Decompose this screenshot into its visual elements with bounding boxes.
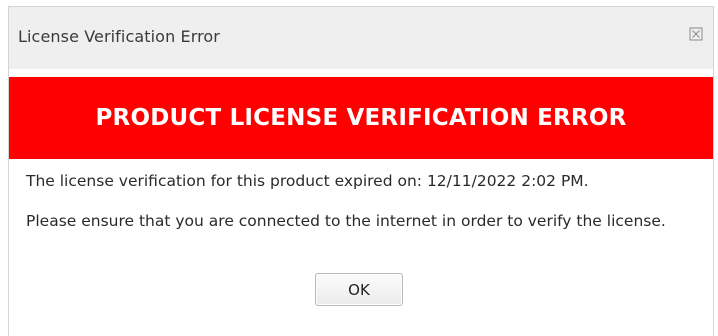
dialog-titlebar: License Verification Error [9,7,713,69]
close-button[interactable] [685,23,707,45]
license-error-dialog: License Verification Error PRODUCT LICEN… [8,6,714,336]
expired-message: The license verification for this produc… [26,172,589,190]
error-banner: PRODUCT LICENSE VERIFICATION ERROR [9,77,713,159]
connect-message: Please ensure that you are connected to … [26,212,666,230]
error-banner-text: PRODUCT LICENSE VERIFICATION ERROR [95,105,627,131]
ok-button[interactable]: OK [315,273,403,306]
dialog-title: License Verification Error [18,27,220,46]
close-icon [689,27,703,41]
